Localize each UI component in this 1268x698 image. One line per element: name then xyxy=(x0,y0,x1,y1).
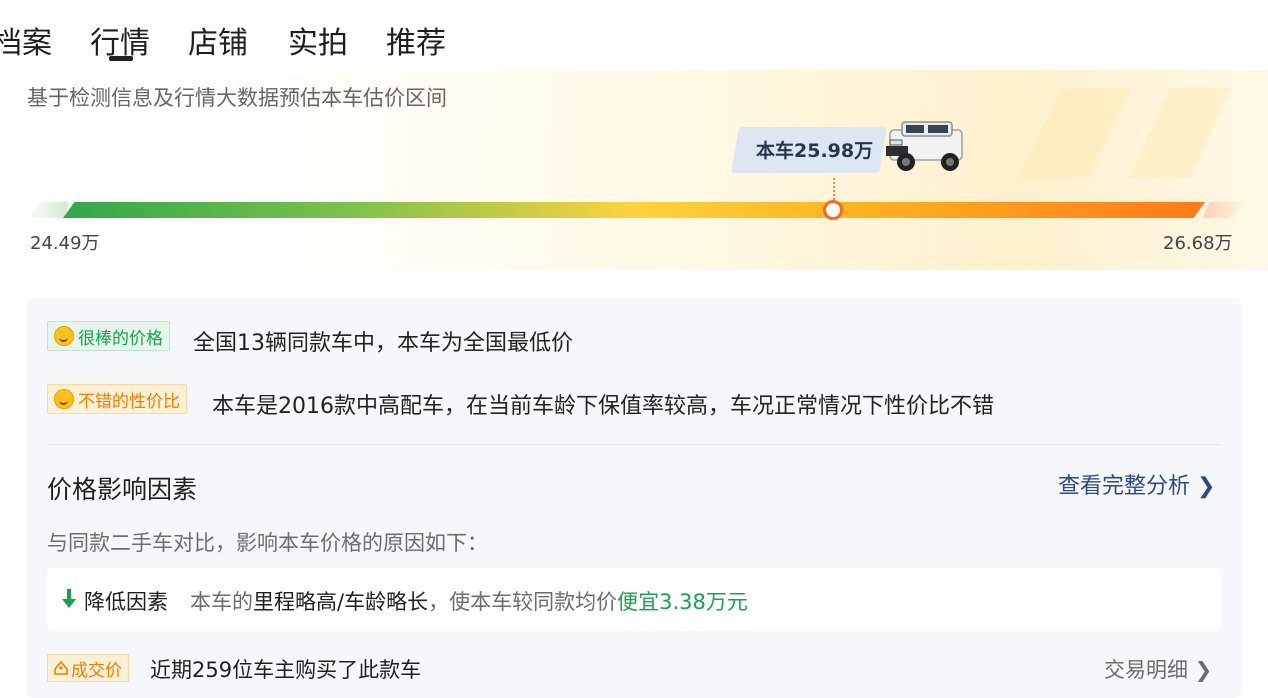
price-factors-title: 价格影响因素 xyxy=(47,475,198,504)
good-value-text: 本车是2016款中高配车，在当前车龄下保值率较高，车况正常情况下性价比不错 xyxy=(212,394,994,419)
tab-photos[interactable]: 实拍 xyxy=(288,18,348,62)
price-factors-subtitle: 与同款二手车对比，影响本车价格的原因如下： xyxy=(47,531,488,555)
full-analysis-link[interactable]: 查看完整分析 ❯ xyxy=(1058,468,1215,500)
car-price-marker xyxy=(823,200,843,220)
factor-desc-highlight: 便宜3.38万元 xyxy=(617,590,748,614)
deal-details-link[interactable]: 交易明细 ❯ xyxy=(1104,654,1212,684)
car-thumbnail-icon xyxy=(886,121,963,171)
deal-summary-text: 近期259位车主购买了此款车 xyxy=(150,658,422,682)
factor-desc-middle: ，使本车较同款均价 xyxy=(428,590,618,614)
tab-recommend[interactable]: 推荐 xyxy=(386,18,446,62)
max-price-label: 26.68万 xyxy=(1163,233,1233,254)
price-tag-icon xyxy=(54,661,68,675)
decrease-factor-description: 本车的里程略高/车龄略长，使本车较同款均价便宜3.38万元 xyxy=(190,586,748,616)
car-price-label: 本车25.98万 xyxy=(756,140,874,162)
price-pointer-line xyxy=(833,178,835,200)
great-price-badge-label: 很棒的价格 xyxy=(78,328,163,349)
smile-face-icon xyxy=(54,389,74,409)
great-price-badge: 很棒的价格 xyxy=(47,321,170,351)
tab-archive[interactable]: 档案 xyxy=(0,18,52,62)
min-price-label: 24.49万 xyxy=(30,233,100,254)
price-range-bar xyxy=(63,202,1205,218)
estimate-description: 基于检测信息及行情大数据预估本车估价区间 xyxy=(27,86,447,110)
factor-desc-strong: 里程略高/车龄略长 xyxy=(253,590,429,614)
deal-price-badge: 成交价 xyxy=(47,654,129,682)
factor-desc-prefix: 本车的 xyxy=(190,590,253,614)
decrease-factor-label: 降低因素 xyxy=(84,590,168,614)
great-price-text: 全国13辆同款车中，本车为全国最低价 xyxy=(193,331,573,356)
tab-bar: 档案 行情 店铺 实拍 推荐 xyxy=(0,0,1268,70)
active-tab-indicator xyxy=(109,56,133,61)
good-value-badge: 不错的性价比 xyxy=(47,384,187,414)
deal-price-badge-label: 成交价 xyxy=(71,660,122,681)
tab-store[interactable]: 店铺 xyxy=(188,18,248,62)
grin-face-icon xyxy=(54,326,74,346)
arrow-down-icon xyxy=(62,589,76,608)
good-value-badge-label: 不错的性价比 xyxy=(78,391,180,412)
section-divider xyxy=(47,444,1221,445)
